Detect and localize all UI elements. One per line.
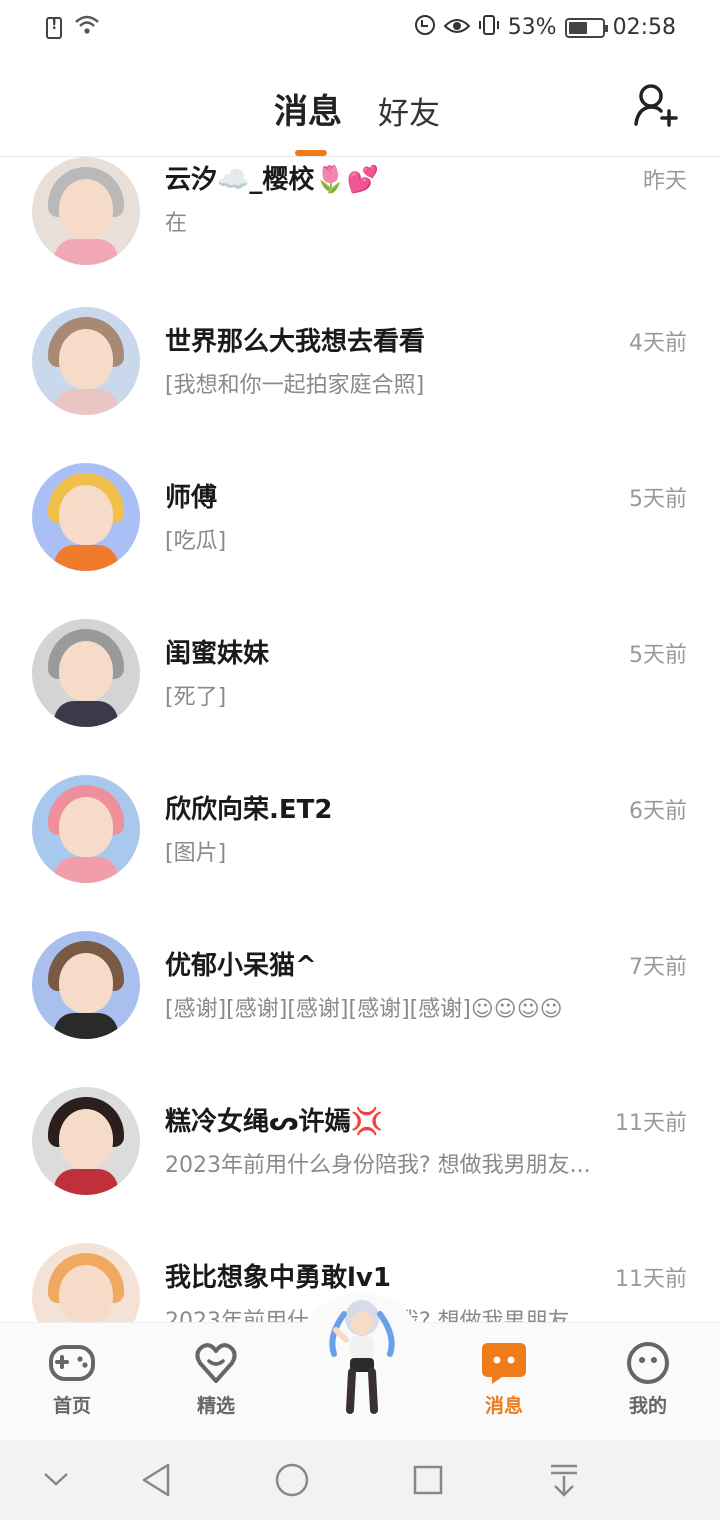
message-time: 4天前 (629, 331, 687, 356)
contact-name: 师傅 (165, 483, 218, 513)
avatar (32, 307, 140, 415)
avatar (32, 931, 140, 1039)
list-item[interactable]: 糕冷女绳ᔕ许嫣💢 2023年前用什么身份陪我? 想做我男朋友... 11天前 (0, 1085, 720, 1241)
nav-label: 精选 (196, 1395, 235, 1417)
add-friend-icon[interactable] (632, 82, 678, 128)
heart-chat-icon (192, 1341, 240, 1385)
status-bar: 53% 02:58 (0, 0, 720, 56)
nav-label: 首页 (52, 1395, 91, 1417)
sim-alert-icon (46, 16, 62, 39)
battery-icon (564, 17, 608, 38)
message-time: 6天前 (629, 799, 687, 824)
gamepad-icon (48, 1341, 96, 1385)
message-time: 昨天 (642, 169, 687, 194)
status-right: 53% 02:58 (414, 14, 676, 41)
notification-pull-icon[interactable] (548, 1462, 580, 1502)
tab-friends[interactable]: 好友 (378, 88, 440, 133)
message-time: 11天前 (615, 1111, 687, 1136)
list-item[interactable]: 师傅 [吃瓜] 5天前 (0, 461, 720, 617)
message-preview: [我想和你一起拍家庭合照] (165, 373, 425, 398)
face-icon (624, 1341, 672, 1385)
list-item[interactable]: 闺蜜妹妹 [死了] 5天前 (0, 617, 720, 773)
message-icon (480, 1341, 528, 1385)
status-left (46, 14, 100, 41)
recents-icon[interactable] (412, 1464, 444, 1500)
message-time: 7天前 (629, 955, 687, 980)
nav-label: 消息 (484, 1395, 523, 1417)
contact-name: 优郁小呆猫^ (165, 951, 317, 981)
message-preview: [图片] (165, 841, 227, 866)
list-item[interactable]: 优郁小呆猫^ [感谢][感谢][感谢][感谢][感谢]☺☺☺☺ 7天前 (0, 929, 720, 1085)
avatar (32, 463, 140, 571)
avatar (32, 619, 140, 727)
data-saver-icon (414, 14, 436, 41)
avatar (32, 1243, 140, 1322)
list-item[interactable]: 世界那么大我想去看看 [我想和你一起拍家庭合照] 4天前 (0, 305, 720, 461)
contact-name: 云汐☁️_樱校🌷💕 (165, 165, 380, 195)
chevron-down-icon[interactable] (42, 1470, 70, 1492)
clock: 02:58 (612, 15, 676, 40)
avatar (32, 775, 140, 883)
message-time: 5天前 (629, 487, 687, 512)
back-icon[interactable] (140, 1462, 172, 1502)
message-preview: [死了] (165, 685, 227, 710)
eye-comfort-icon (443, 16, 471, 40)
contact-name: 世界那么大我想去看看 (165, 327, 426, 357)
conversation-list[interactable]: 云汐☁️_樱校🌷💕 在 昨天 世界那么大我想去看看 [我想和你一起拍家庭合照] … (0, 157, 720, 1322)
active-tab-indicator (295, 150, 327, 156)
home-icon[interactable] (274, 1462, 310, 1502)
message-preview: [吃瓜] (165, 529, 227, 554)
tab-messages[interactable]: 消息 (274, 84, 342, 133)
contact-name: 糕冷女绳ᔕ许嫣💢 (165, 1107, 383, 1137)
nav-label: 我的 (628, 1395, 667, 1417)
nav-home[interactable]: 首页 (22, 1341, 122, 1418)
contact-name: 闺蜜妹妹 (165, 639, 270, 669)
wifi-icon (74, 14, 100, 41)
nav-featured[interactable]: 精选 (166, 1341, 266, 1418)
battery-percent: 53% (507, 15, 557, 40)
contact-name: 我比想象中勇敢lv1 (165, 1263, 391, 1293)
message-time: 5天前 (629, 643, 687, 668)
list-item[interactable]: 云汐☁️_樱校🌷💕 在 昨天 (0, 157, 720, 305)
nav-messages[interactable]: 消息 (454, 1341, 554, 1418)
avatar (32, 1087, 140, 1195)
message-preview: 在 (165, 211, 188, 236)
top-header: 消息 好友 (0, 56, 720, 157)
avatar (32, 157, 140, 265)
character-avatar[interactable] (320, 1296, 404, 1420)
contact-name: 欣欣向荣.ET2 (165, 795, 333, 825)
message-preview: 2023年前用什么身份陪我? 想做我男朋友... (165, 1153, 591, 1178)
vibrate-icon (478, 14, 500, 41)
nav-profile[interactable]: 我的 (598, 1341, 698, 1418)
message-preview: [感谢][感谢][感谢][感谢][感谢]☺☺☺☺ (165, 997, 563, 1022)
system-nav-bar (0, 1440, 720, 1520)
list-item[interactable]: 欣欣向荣.ET2 [图片] 6天前 (0, 773, 720, 929)
message-time: 11天前 (615, 1267, 687, 1292)
